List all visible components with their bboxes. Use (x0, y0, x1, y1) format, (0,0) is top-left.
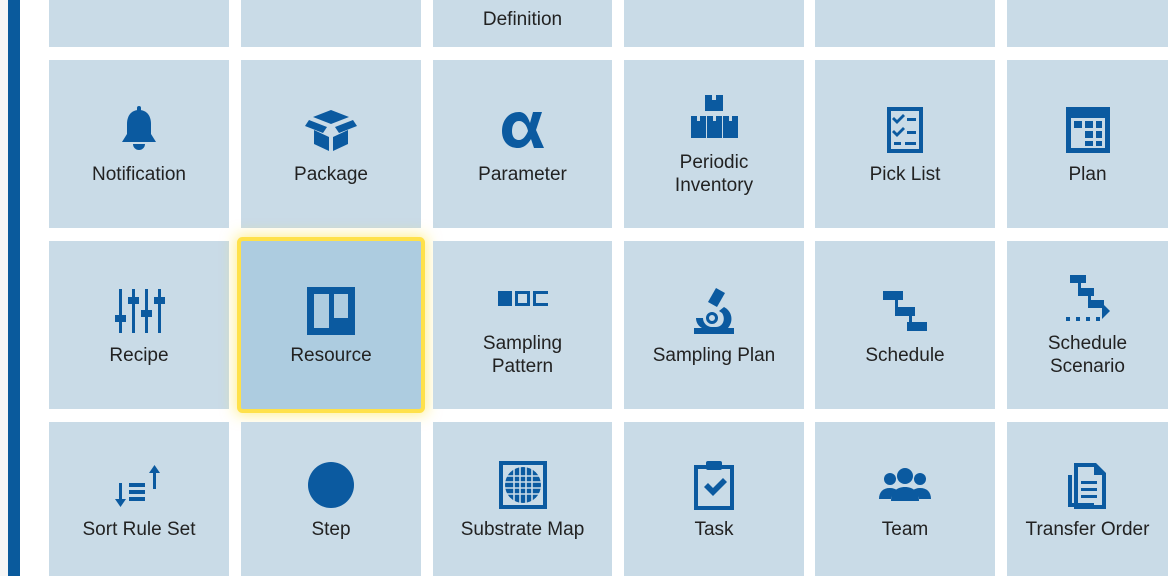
sliders-icon (112, 284, 166, 338)
tile-step[interactable]: Step (241, 422, 421, 576)
tile-label: Resource (290, 344, 372, 366)
tile-label: Substrate Map (460, 518, 585, 540)
alpha-icon (496, 103, 550, 157)
tile-blank-0-4[interactable] (815, 0, 995, 47)
tile-task[interactable]: Task (624, 422, 804, 576)
tile-package[interactable]: Package (241, 60, 421, 228)
tile-plan[interactable]: Plan (1007, 60, 1168, 228)
tile-label: Definition (482, 9, 563, 30)
tile-label: Transfer Order (1025, 518, 1150, 540)
tile-label: Parameter (478, 163, 567, 185)
tile-blank-0-5[interactable] (1007, 0, 1168, 47)
tile-label: Schedule Scenario (1047, 333, 1128, 377)
left-margin (20, 0, 38, 576)
schedule-icon (878, 284, 932, 338)
tile-schedule[interactable]: Schedule (815, 241, 995, 409)
tile-label: Sampling Pattern (482, 333, 563, 377)
tile-pick-list[interactable]: Pick List (815, 60, 995, 228)
tile-blank-0-3[interactable] (624, 0, 804, 47)
tile-blank-0-0[interactable] (49, 0, 229, 47)
tile-periodic-inventory[interactable]: Periodic Inventory (624, 60, 804, 228)
tile-parameter[interactable]: Parameter (433, 60, 612, 228)
tile-definition[interactable]: Definition (433, 0, 612, 47)
wafer-map-icon (496, 458, 550, 512)
tile-label: Recipe (109, 344, 169, 366)
tile-label: Sampling Plan (652, 344, 776, 366)
tile-notification[interactable]: Notification (49, 60, 229, 228)
clipboard-check-icon (687, 458, 741, 512)
tile-sampling-plan[interactable]: Sampling Plan (624, 241, 804, 409)
tile-substrate-map[interactable]: Substrate Map (433, 422, 612, 576)
boxes-icon (687, 91, 741, 145)
package-icon (304, 103, 358, 157)
tile-blank-0-1[interactable] (241, 0, 421, 47)
tile-label: Notification (92, 163, 186, 185)
tile-label: Plan (1068, 163, 1107, 185)
resource-icon (304, 284, 358, 338)
tile-label: Sort Rule Set (82, 518, 196, 540)
tile-label: Schedule (865, 344, 945, 366)
tile-schedule-scenario[interactable]: Schedule Scenario (1007, 241, 1168, 409)
tile-transfer-order[interactable]: Transfer Order (1007, 422, 1168, 576)
team-icon (878, 458, 932, 512)
checklist-icon (878, 103, 932, 157)
tile-recipe[interactable]: Recipe (49, 241, 229, 409)
left-accent-bar (8, 0, 20, 576)
app-frame: Definition Notification Package Parameter Pe… (0, 0, 1168, 576)
entity-tile-grid: Definition Notification Package Parameter Pe… (38, 0, 1168, 576)
tile-team[interactable]: Team (815, 422, 995, 576)
tile-resource[interactable]: Resource (241, 241, 421, 409)
tile-sort-rule-set[interactable]: Sort Rule Set (49, 422, 229, 576)
tile-label: Step (311, 518, 351, 540)
tile-label: Periodic Inventory (674, 152, 754, 196)
tile-label: Team (881, 518, 929, 540)
document-icon (1061, 458, 1115, 512)
plan-grid-icon (1061, 103, 1115, 157)
pattern-icon (496, 272, 550, 326)
tile-label: Pick List (869, 163, 941, 185)
circle-icon (304, 458, 358, 512)
tile-sampling-pattern[interactable]: Sampling Pattern (433, 241, 612, 409)
sort-icon (112, 458, 166, 512)
microscope-icon (687, 284, 741, 338)
schedule-scenario-icon (1061, 272, 1115, 326)
tile-label: Task (694, 518, 734, 540)
tile-label: Package (294, 163, 368, 185)
bell-icon (112, 103, 166, 157)
